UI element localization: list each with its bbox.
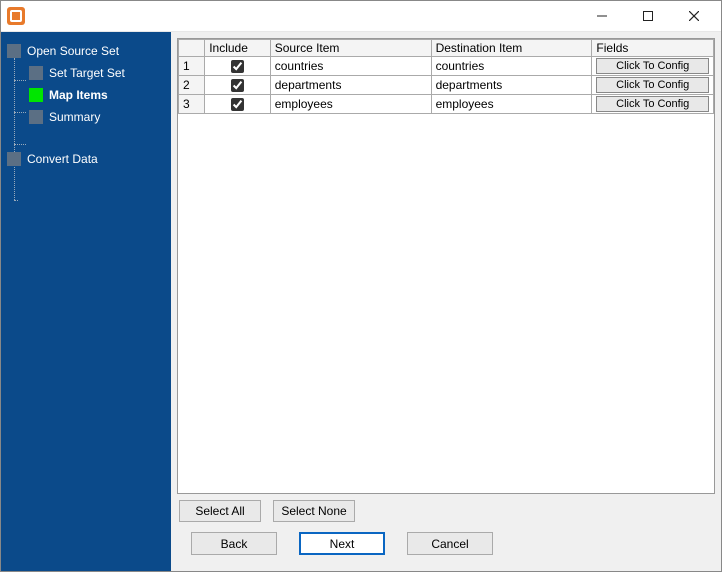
step-box-icon: [7, 44, 21, 58]
step-label: Summary: [49, 110, 100, 124]
app-icon: [7, 7, 25, 25]
col-rownum: [179, 40, 205, 57]
step-open-source-set[interactable]: Open Source Set: [5, 40, 167, 62]
row-number: 1: [179, 57, 205, 76]
col-destination-item[interactable]: Destination Item: [431, 40, 592, 57]
maximize-button[interactable]: [625, 1, 671, 31]
fields-cell: Click To Config: [592, 57, 714, 76]
include-cell: [205, 95, 271, 114]
wizard-nav-buttons: Back Next Cancel: [177, 528, 715, 565]
include-checkbox[interactable]: [231, 79, 244, 92]
step-box-icon: [29, 110, 43, 124]
col-fields[interactable]: Fields: [592, 40, 714, 57]
step-box-icon: [29, 66, 43, 80]
cancel-button[interactable]: Cancel: [407, 532, 493, 555]
config-fields-button[interactable]: Click To Config: [596, 77, 709, 93]
step-set-target-set[interactable]: Set Target Set: [27, 62, 167, 84]
source-item-cell[interactable]: countries: [270, 57, 431, 76]
step-box-icon: [7, 152, 21, 166]
config-fields-button[interactable]: Click To Config: [596, 96, 709, 112]
select-none-button[interactable]: Select None: [273, 500, 355, 522]
fields-cell: Click To Config: [592, 95, 714, 114]
source-item-cell[interactable]: employees: [270, 95, 431, 114]
titlebar: [1, 1, 721, 31]
next-button[interactable]: Next: [299, 532, 385, 555]
include-checkbox[interactable]: [231, 98, 244, 111]
close-button[interactable]: [671, 1, 717, 31]
back-button[interactable]: Back: [191, 532, 277, 555]
minimize-button[interactable]: [579, 1, 625, 31]
step-convert-data[interactable]: Convert Data: [5, 148, 167, 170]
select-all-button[interactable]: Select All: [179, 500, 261, 522]
col-source-item[interactable]: Source Item: [270, 40, 431, 57]
step-label: Set Target Set: [49, 66, 125, 80]
source-item-cell[interactable]: departments: [270, 76, 431, 95]
selection-buttons: Select All Select None: [177, 494, 715, 528]
mapping-table-container: Include Source Item Destination Item Fie…: [177, 38, 715, 494]
step-map-items[interactable]: Map Items: [27, 84, 167, 106]
wizard-steps-sidebar: Open Source Set Set Target Set Map Items…: [1, 32, 171, 571]
step-label: Open Source Set: [27, 44, 119, 58]
mapping-table: Include Source Item Destination Item Fie…: [178, 39, 714, 114]
table-row[interactable]: 1countriescountriesClick To Config: [179, 57, 714, 76]
row-number: 2: [179, 76, 205, 95]
include-checkbox[interactable]: [231, 60, 244, 73]
table-row[interactable]: 3employeesemployeesClick To Config: [179, 95, 714, 114]
step-box-icon: [29, 88, 43, 102]
config-fields-button[interactable]: Click To Config: [596, 58, 709, 74]
step-label: Convert Data: [27, 152, 98, 166]
step-label: Map Items: [49, 88, 108, 102]
table-row[interactable]: 2departmentsdepartmentsClick To Config: [179, 76, 714, 95]
fields-cell: Click To Config: [592, 76, 714, 95]
destination-item-cell[interactable]: employees: [431, 95, 592, 114]
window-controls: [579, 1, 717, 31]
destination-item-cell[interactable]: countries: [431, 57, 592, 76]
include-cell: [205, 57, 271, 76]
row-number: 3: [179, 95, 205, 114]
destination-item-cell[interactable]: departments: [431, 76, 592, 95]
step-summary[interactable]: Summary: [27, 106, 167, 128]
col-include[interactable]: Include: [205, 40, 271, 57]
include-cell: [205, 76, 271, 95]
main-panel: Include Source Item Destination Item Fie…: [171, 32, 721, 571]
